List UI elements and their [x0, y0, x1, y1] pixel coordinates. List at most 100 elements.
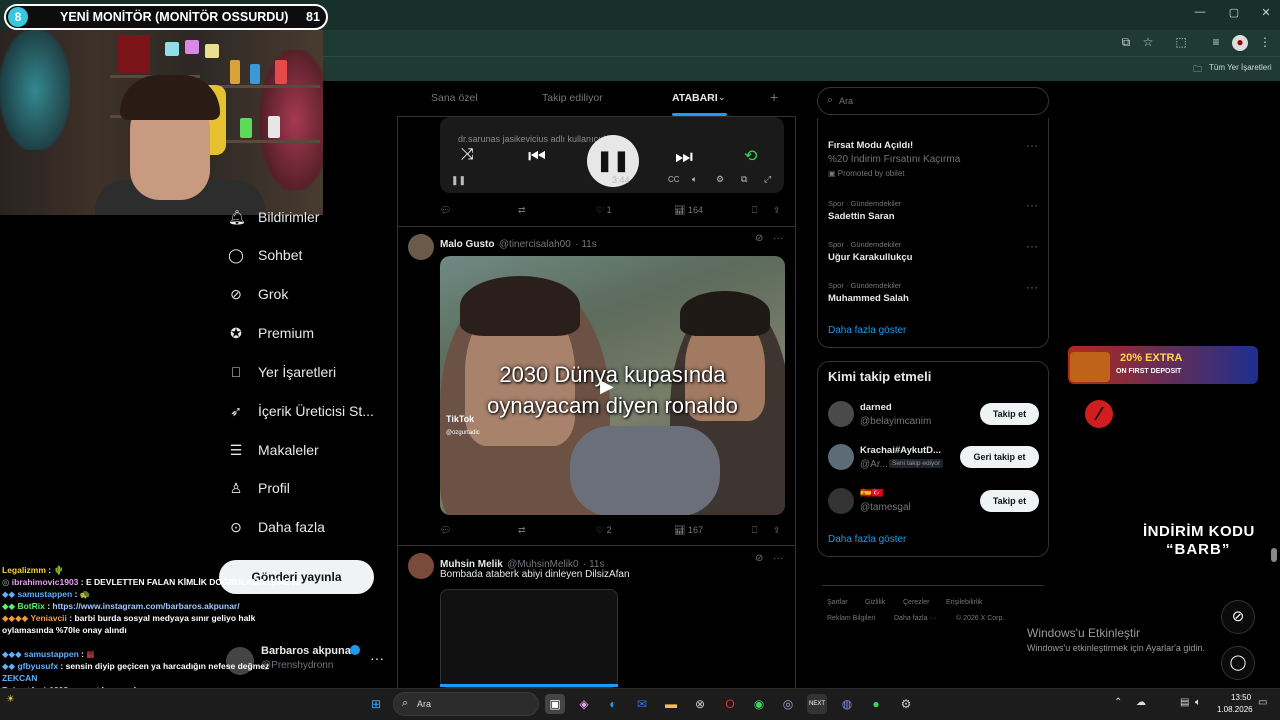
- tab-atabari[interactable]: ATABARI: [672, 92, 718, 104]
- taskbar-time[interactable]: 13:50: [1231, 693, 1251, 702]
- tweet-author-name[interactable]: Malo Gusto: [440, 239, 494, 250]
- app-icon[interactable]: ⚙: [896, 694, 916, 714]
- footer-link-accessibility[interactable]: Erişilebilirlik: [946, 599, 983, 606]
- xbox-icon[interactable]: ⊗: [690, 694, 710, 714]
- reading-list-icon[interactable]: ≡: [1208, 35, 1224, 51]
- tray-overflow-icon[interactable]: ⌃: [1114, 697, 1122, 708]
- discord-icon[interactable]: ◍: [837, 694, 857, 714]
- onedrive-icon[interactable]: ☁: [1136, 697, 1146, 708]
- footer-link-terms[interactable]: Şartlar: [827, 599, 848, 606]
- nav-item-notifications[interactable]: 🔔︎ Bildirimler: [228, 202, 319, 232]
- share-icon[interactable]: ⇪: [773, 205, 781, 216]
- more-icon[interactable]: ···: [773, 553, 783, 564]
- trend-title[interactable]: Uğur Karakullukçu: [828, 252, 912, 263]
- profile-avatar-icon[interactable]: ●: [1232, 35, 1248, 51]
- more-icon[interactable]: ···: [1026, 198, 1038, 212]
- bookmark-folder-all[interactable]: Tüm Yer İşaretleri: [1209, 63, 1272, 72]
- follow-button[interactable]: Takip et: [980, 403, 1039, 425]
- show-more-link[interactable]: Daha fazla göster: [828, 534, 906, 545]
- task-view-icon[interactable]: ▣: [545, 694, 565, 714]
- footer-link-cookies[interactable]: Çerezler: [903, 599, 929, 606]
- avatar[interactable]: [828, 401, 854, 427]
- views-icon[interactable]: 📊︎ 167: [674, 525, 703, 536]
- edge-icon[interactable]: ◐: [603, 694, 623, 714]
- repeat-icon[interactable]: ⟲: [744, 146, 757, 166]
- tweet-time[interactable]: 11s: [581, 239, 596, 250]
- nav-item-articles[interactable]: ☰ Makaleler: [228, 435, 319, 465]
- minimize-icon[interactable]: —: [1190, 6, 1210, 22]
- search-input[interactable]: Ara: [839, 96, 853, 106]
- weather-icon[interactable]: ☀: [6, 694, 32, 714]
- spotify-icon[interactable]: ●: [866, 694, 886, 714]
- suggested-user-name[interactable]: 🇪🇸🇹🇷: [860, 488, 884, 499]
- taskbar-date[interactable]: 1.08.2026: [1217, 705, 1253, 714]
- opera-icon[interactable]: O: [720, 694, 740, 714]
- file-explorer-icon[interactable]: ▬: [661, 694, 681, 714]
- views-icon[interactable]: 📊︎ 164: [674, 205, 703, 216]
- repost-icon[interactable]: ⇄: [518, 205, 526, 216]
- footer-link-ads[interactable]: Reklam Bilgileri: [827, 615, 875, 622]
- nav-item-bookmarks[interactable]: ⎕ Yer İşaretleri: [228, 357, 336, 387]
- footer-link-privacy[interactable]: Gizlilik: [865, 599, 885, 606]
- install-app-icon[interactable]: ⧉: [1118, 35, 1134, 51]
- more-icon[interactable]: ···: [773, 233, 783, 244]
- grok-fab-icon[interactable]: ⊘: [1221, 600, 1255, 634]
- nav-item-creator-studio[interactable]: ➶ İçerik Üreticisi St...: [228, 396, 374, 426]
- repost-icon[interactable]: ⇄: [518, 525, 526, 536]
- reply-icon[interactable]: 💬︎: [440, 205, 451, 216]
- avatar[interactable]: [828, 444, 854, 470]
- nav-item-profile[interactable]: ♙ Profil: [228, 473, 290, 503]
- tab-for-you[interactable]: Sana özel: [431, 92, 478, 104]
- maximize-icon[interactable]: ▢: [1224, 6, 1244, 22]
- more-icon[interactable]: ···: [1026, 280, 1038, 294]
- add-list-icon[interactable]: +: [770, 89, 778, 105]
- chevron-down-icon[interactable]: ⌄: [718, 92, 726, 103]
- nav-item-more[interactable]: ⊙ Daha fazla: [228, 512, 325, 542]
- bookmark-icon[interactable]: ⎕: [752, 525, 757, 536]
- steam-icon[interactable]: ◎: [778, 694, 798, 714]
- pause-small-icon[interactable]: ❚❚: [451, 175, 466, 186]
- copilot-icon[interactable]: ◈: [574, 694, 594, 714]
- avatar[interactable]: [408, 553, 434, 579]
- shuffle-icon[interactable]: ⤨: [461, 146, 474, 164]
- network-icon[interactable]: ▤: [1180, 697, 1189, 708]
- tab-following[interactable]: Takip ediliyor: [542, 92, 603, 104]
- captions-icon[interactable]: CC: [668, 175, 680, 184]
- messages-fab-icon[interactable]: ◯: [1221, 646, 1255, 680]
- taskbar-search-input[interactable]: Ara: [417, 699, 431, 709]
- bookmark-icon[interactable]: ⎕: [752, 205, 757, 216]
- more-icon[interactable]: ···: [1026, 138, 1038, 152]
- outlook-icon[interactable]: ✉: [632, 694, 652, 714]
- chrome-icon[interactable]: ◉: [749, 694, 769, 714]
- star-icon[interactable]: ☆: [1140, 35, 1156, 51]
- nav-item-chat[interactable]: ◯ Sohbet: [228, 240, 302, 270]
- avatar[interactable]: [828, 488, 854, 514]
- nav-item-premium[interactable]: ✪ Premium: [228, 318, 314, 348]
- previous-track-icon[interactable]: ⏮: [528, 146, 546, 169]
- notification-icon[interactable]: ▭: [1258, 697, 1267, 708]
- tweet-author-handle[interactable]: @tinercisalah00: [499, 239, 571, 250]
- close-icon[interactable]: ✕: [1256, 6, 1276, 22]
- start-icon[interactable]: ⊞: [366, 694, 386, 714]
- volume-icon[interactable]: 🔈︎: [1195, 697, 1201, 708]
- avatar[interactable]: [408, 234, 434, 260]
- follow-back-button[interactable]: Geri takip et: [960, 446, 1039, 468]
- reply-icon[interactable]: 💬︎: [440, 525, 451, 536]
- next-app-icon[interactable]: NEXT: [807, 694, 827, 714]
- share-icon[interactable]: ⇪: [773, 525, 781, 536]
- tweet-video[interactable]: [440, 589, 618, 688]
- next-track-icon[interactable]: ⏭: [675, 146, 693, 169]
- grok-icon[interactable]: ⊘: [755, 553, 763, 564]
- taskbar-search[interactable]: ⌕ Ara: [393, 692, 539, 716]
- like-icon[interactable]: ♡ 1: [596, 205, 612, 216]
- trend-title[interactable]: Sadettin Saran: [828, 211, 895, 222]
- follow-button[interactable]: Takip et: [980, 490, 1039, 512]
- browser-menu-icon[interactable]: ⋮: [1257, 35, 1273, 51]
- play-icon[interactable]: ▶: [600, 376, 614, 397]
- like-icon[interactable]: ♡ 2: [596, 525, 612, 536]
- scrollbar[interactable]: [1271, 548, 1277, 562]
- trend-title[interactable]: Muhammed Salah: [828, 293, 909, 304]
- search-box[interactable]: ⌕ Ara: [817, 87, 1049, 115]
- pip-icon[interactable]: ⧉: [741, 174, 747, 185]
- suggested-user-name[interactable]: darned: [860, 402, 892, 413]
